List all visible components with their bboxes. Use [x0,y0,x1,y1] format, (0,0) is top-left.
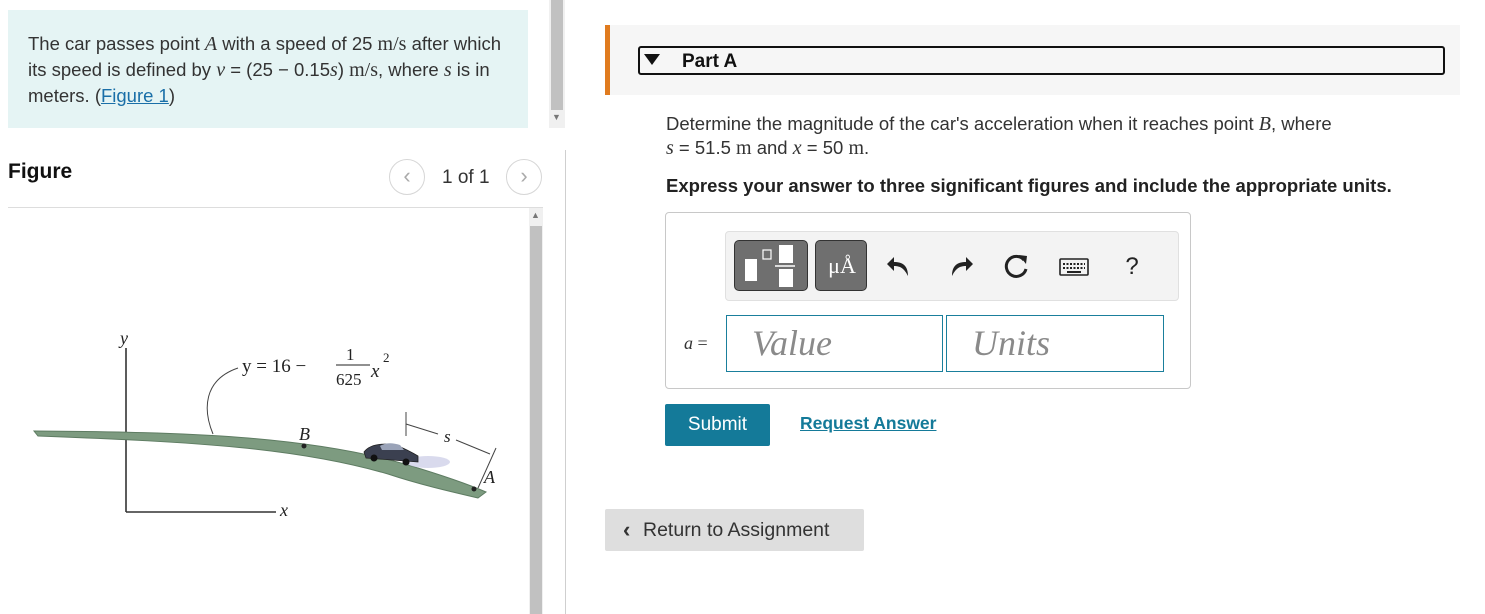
figure-next-button[interactable]: › [506,159,542,195]
point-a-marker [471,486,477,492]
keyboard-icon [1059,258,1089,276]
redo-icon [952,257,973,276]
submit-button[interactable]: Submit [665,404,770,446]
dimension-line [455,439,491,455]
problem-statement: The car passes point A with a speed of 2… [8,10,528,128]
figure-image: y x y = 16 − 1 625 x 2 B A s [8,210,528,614]
leader-line [206,367,239,435]
unit-symbol: m/s [349,59,379,81]
keyboard-button[interactable] [1057,250,1091,284]
unit-symbol: m [736,137,752,159]
velocity-symbol: v [216,59,226,81]
units-input[interactable]: Units [946,315,1164,372]
question-segment: , where [1271,113,1332,134]
math-toolbar: μÅ ? [725,231,1179,301]
return-label: Return to Assignment [643,519,830,541]
left-pane: The car passes point A with a speed of 2… [0,0,566,614]
return-to-assignment-button[interactable]: ‹ Return to Assignment [605,509,864,551]
part-title: Part A [682,51,738,72]
problem-text: with a speed of 25 [217,33,378,54]
point-b-label: B [299,424,310,444]
point-a-label: A [483,467,496,487]
answer-panel: μÅ ? a = Value Units [665,212,1191,389]
pane-divider [565,150,566,614]
scrollbar-thumb[interactable] [530,226,542,614]
figure-prev-button[interactable]: ‹ [389,159,425,195]
problem-text: ) [337,59,350,80]
question-text: Determine the magnitude of the car's acc… [666,112,1426,160]
x-axis-label: x [279,500,288,520]
distance-label: s [444,427,451,446]
scroll-down-arrow-icon[interactable]: ▼ [552,112,561,122]
curve-equation: y = 16 − [242,356,306,377]
distance-symbol: s [330,59,338,81]
chevron-left-icon: ‹ [403,163,411,188]
question-segment: . [864,137,870,158]
question-segment: and [751,137,793,158]
problem-scrollbar[interactable]: ▼ [549,0,565,128]
figure-title: Figure [8,160,73,183]
request-answer-link[interactable]: Request Answer [800,413,936,434]
answer-variable-label: a = [684,333,708,354]
answer-variable: a [684,333,693,353]
caret-down-icon [644,54,660,65]
templates-icon [745,245,795,287]
templates-button[interactable] [734,240,808,291]
equation-variable: x [370,361,380,382]
figure-counter: 1 of 1 [442,167,490,188]
divider [8,207,543,208]
chevron-left-icon: ‹ [623,517,631,542]
equation-exponent: 2 [383,350,390,365]
fraction-denominator: 625 [336,370,362,389]
question-segment: Determine the magnitude of the car's acc… [666,113,1259,134]
scrollbar-thumb[interactable] [551,0,563,110]
point-b-marker [301,443,307,449]
fraction-numerator: 1 [346,345,355,364]
units-button[interactable]: μÅ [815,240,867,291]
question-segment: = 50 [801,137,849,158]
unit-symbol: m [848,137,865,159]
chevron-right-icon: › [520,163,528,188]
redo-button[interactable] [942,250,976,284]
part-toggle[interactable]: Part A [638,46,1445,75]
dimension-line [405,423,439,435]
problem-text: , where [378,59,444,80]
reset-icon [1004,254,1028,278]
answer-equals: = [693,333,708,353]
value-input[interactable]: Value [726,315,943,372]
reset-button[interactable] [999,250,1033,284]
x-symbol: x [792,137,802,159]
help-button[interactable]: ? [1115,250,1149,284]
part-header: Part A [605,25,1460,95]
y-axis-label: y [118,328,128,348]
units-button-label: μÅ [828,253,856,278]
car-road-diagram: y x y = 16 − 1 625 x 2 B A s [32,328,497,520]
distance-symbol: s [666,137,674,159]
answer-instruction: Express your answer to three significant… [666,175,1392,196]
undo-icon [887,257,908,276]
question-segment: = 51.5 [673,137,737,158]
unit-symbol: m/s [377,33,407,55]
distance-symbol: s [443,59,452,81]
problem-text: = (25 − 0.15 [225,59,331,80]
figure-scrollbar[interactable]: ▲ [529,208,543,614]
scroll-up-arrow-icon[interactable]: ▲ [531,210,540,220]
problem-text: The car passes point [28,33,205,54]
figure-link[interactable]: Figure 1 [101,85,169,106]
point-b-symbol: B [1258,113,1271,135]
problem-text: ) [168,85,176,106]
point-a-symbol: A [204,33,218,55]
undo-button[interactable] [884,250,918,284]
